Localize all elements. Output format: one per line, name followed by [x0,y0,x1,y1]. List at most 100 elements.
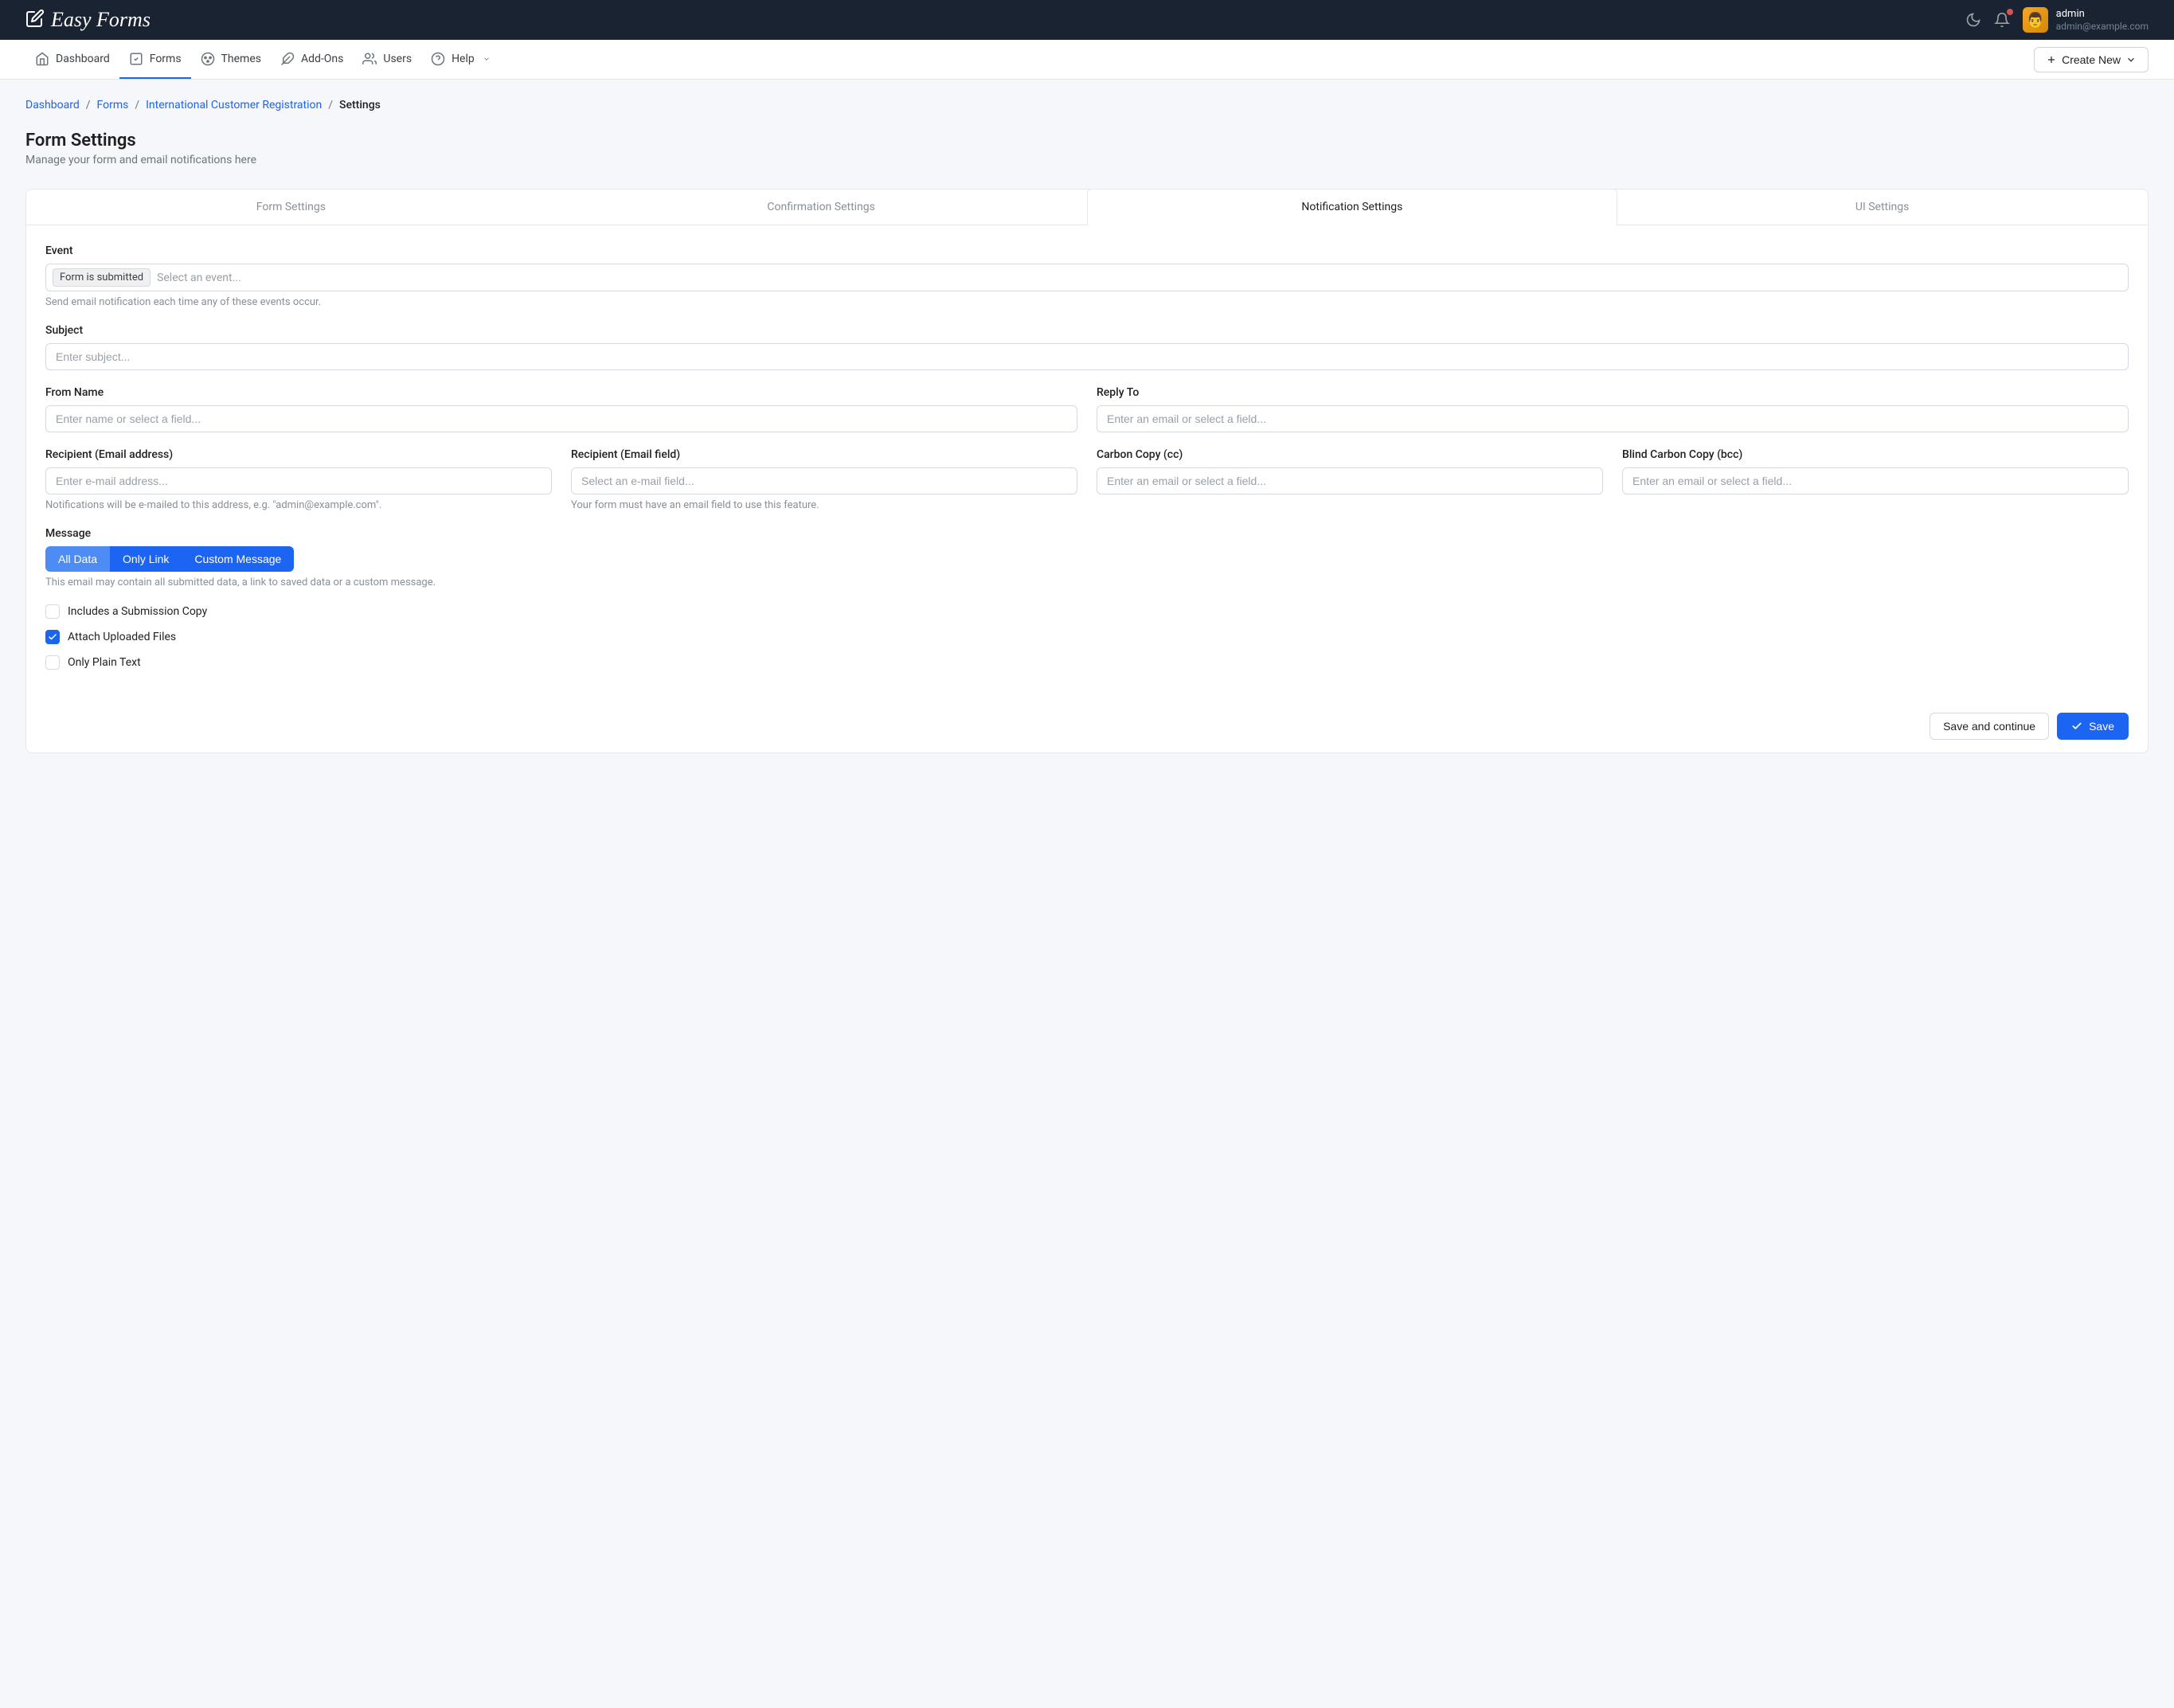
event-input[interactable]: Form is submitted Select an event... [45,264,2129,291]
checkbox-plain-text[interactable]: Only Plain Text [45,655,2129,670]
field-subject: Subject [45,324,2129,370]
page-content: Dashboard / Forms / International Custom… [0,80,2174,779]
nav-themes[interactable]: Themes [191,40,271,79]
save-label: Save [2089,720,2114,733]
reply-to-input[interactable] [1097,405,2129,432]
user-name: admin [2056,8,2149,21]
field-event: Event Form is submitted Select an event.… [45,244,2129,308]
breadcrumb-link[interactable]: International Customer Registration [146,99,322,111]
field-from-name: From Name [45,386,1077,432]
brand-icon [25,9,45,31]
field-bcc: Blind Carbon Copy (bcc) [1622,448,2129,511]
message-option-all[interactable]: All Data [45,546,110,572]
user-menu[interactable]: 👨 admin admin@example.com [2023,7,2149,33]
field-recipient-email: Recipient (Email address) Notifications … [45,448,552,511]
message-help: This email may contain all submitted dat… [45,576,2129,588]
checkbox-attach-files[interactable]: Attach Uploaded Files [45,630,2129,644]
brand-text: Easy Forms [51,8,151,32]
event-placeholder: Select an event... [157,272,241,284]
reply-to-label: Reply To [1097,386,2129,399]
checkbox-label: Includes a Submission Copy [68,605,207,618]
nav-forms[interactable]: Forms [119,40,191,79]
user-email: admin@example.com [2056,21,2149,32]
check-icon [2071,721,2082,732]
nav-users[interactable]: Users [353,40,421,79]
nav-label: Add-Ons [301,53,343,65]
save-button[interactable]: Save [2057,713,2129,740]
breadcrumb-sep: / [328,99,333,111]
message-option-link[interactable]: Only Link [110,546,182,572]
from-name-label: From Name [45,386,1077,399]
create-new-button[interactable]: Create New [2034,47,2149,72]
subject-input[interactable] [45,343,2129,370]
recipient-email-help: Notifications will be e-mailed to this a… [45,499,552,511]
checkbox-label: Only Plain Text [68,656,141,669]
page-title: Form Settings [25,131,2149,150]
nav-items: Dashboard Forms Themes Add-Ons Users Hel… [25,40,500,79]
nav-label: Themes [221,53,261,65]
brand[interactable]: Easy Forms [25,8,151,32]
tab-confirmation-settings[interactable]: Confirmation Settings [557,190,1087,225]
recipient-email-label: Recipient (Email address) [45,448,552,461]
create-label: Create New [2062,53,2121,66]
page-subtitle: Manage your form and email notifications… [25,154,2149,166]
nav-label: Forms [150,53,182,65]
card-footer: Save and continue Save [26,700,2148,752]
breadcrumb-link[interactable]: Forms [97,99,129,111]
event-chip[interactable]: Form is submitted [53,268,151,287]
chevron-down-icon [483,55,491,63]
tab-form-settings[interactable]: Form Settings [26,190,557,225]
avatar: 👨 [2023,7,2048,33]
nav-label: Users [383,53,412,65]
field-reply-to: Reply To [1097,386,2129,432]
checkbox-label: Attach Uploaded Files [68,631,176,643]
cc-label: Carbon Copy (cc) [1097,448,1603,461]
settings-card: Form Settings Confirmation Settings Noti… [25,189,2149,753]
bcc-input[interactable] [1622,467,2129,494]
header-right: 👨 admin admin@example.com [1965,7,2149,33]
subject-label: Subject [45,324,2129,337]
plus-icon [2046,54,2057,65]
checkbox-icon [45,655,60,670]
notification-badge [2007,9,2013,15]
checkbox-list: Includes a Submission Copy Attach Upload… [45,604,2129,670]
recipient-field-label: Recipient (Email field) [571,448,1077,461]
checkbox-icon [45,630,60,644]
message-toggle: All Data Only Link Custom Message [45,546,294,572]
row-recipients: Recipient (Email address) Notifications … [45,448,2129,527]
notifications-icon[interactable] [1994,12,2010,28]
top-header: Easy Forms 👨 admin admin@example.com [0,0,2174,40]
tabs: Form Settings Confirmation Settings Noti… [26,190,2148,225]
breadcrumb-sep: / [86,99,91,111]
checkbox-icon [45,604,60,619]
breadcrumb-current: Settings [339,99,381,111]
checkbox-submission-copy[interactable]: Includes a Submission Copy [45,604,2129,619]
dark-mode-icon[interactable] [1965,12,1981,28]
recipient-field-help: Your form must have an email field to us… [571,499,1077,511]
field-message: Message All Data Only Link Custom Messag… [45,527,2129,588]
message-option-custom[interactable]: Custom Message [182,546,294,572]
chevron-down-icon [2125,54,2137,65]
main-nav: Dashboard Forms Themes Add-Ons Users Hel… [0,40,2174,80]
nav-label: Dashboard [56,53,110,65]
recipient-email-input[interactable] [45,467,552,494]
breadcrumb: Dashboard / Forms / International Custom… [25,99,2149,111]
cc-input[interactable] [1097,467,1603,494]
field-cc: Carbon Copy (cc) [1097,448,1603,511]
tab-ui-settings[interactable]: UI Settings [1617,190,2148,225]
bcc-label: Blind Carbon Copy (bcc) [1622,448,2129,461]
nav-addons[interactable]: Add-Ons [271,40,353,79]
breadcrumb-link[interactable]: Dashboard [25,99,80,111]
row-from-reply: From Name Reply To [45,386,2129,448]
event-help: Send email notification each time any of… [45,296,2129,308]
message-label: Message [45,527,2129,540]
from-name-input[interactable] [45,405,1077,432]
nav-dashboard[interactable]: Dashboard [25,40,119,79]
nav-label: Help [452,53,475,65]
nav-help[interactable]: Help [421,40,500,79]
event-label: Event [45,244,2129,257]
save-continue-button[interactable]: Save and continue [1930,713,2049,740]
tab-notification-settings[interactable]: Notification Settings [1087,189,1618,225]
recipient-field-input[interactable] [571,467,1077,494]
user-text: admin admin@example.com [2056,8,2149,32]
